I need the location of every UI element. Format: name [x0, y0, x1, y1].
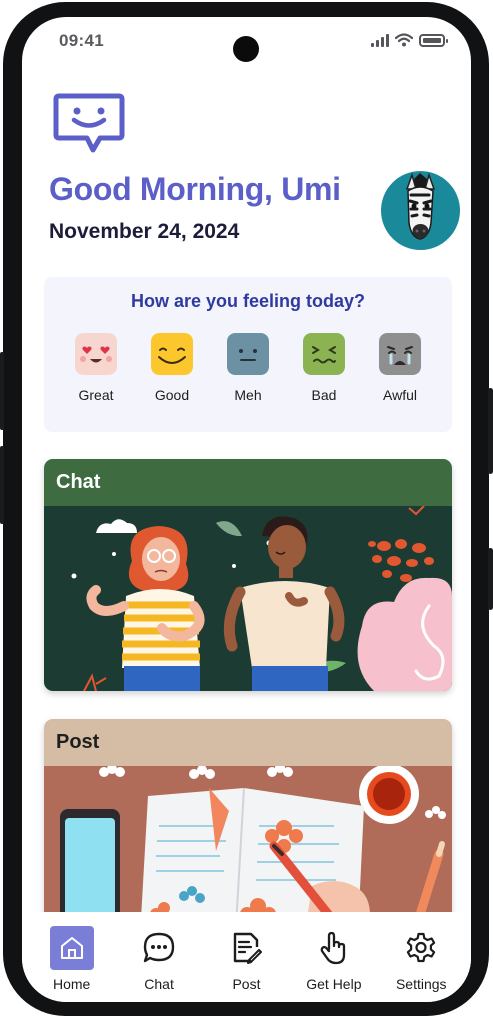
home-icon [49, 926, 94, 970]
mood-option-awful[interactable]: Awful [365, 333, 435, 403]
nav-label-post: Post [232, 976, 261, 992]
side-button-right-1 [488, 388, 493, 474]
side-button-left-2 [0, 446, 4, 524]
mood-label-good: Good [154, 387, 190, 403]
profile-avatar[interactable] [381, 171, 460, 250]
sick-face-icon [303, 333, 345, 375]
nav-item-chat[interactable]: Chat [116, 912, 202, 1002]
greeting-title: Good Morning, Umi [49, 171, 341, 207]
mood-option-good[interactable]: Good [137, 333, 207, 403]
bottom-navigation: Home Chat Post Get Help Settings [22, 912, 471, 1002]
mood-label-bad: Bad [311, 387, 337, 403]
nav-label-home: Home [53, 976, 91, 992]
status-time: 09:41 [59, 31, 104, 50]
chat-illustration [44, 506, 452, 691]
mood-label-great: Great [78, 387, 114, 403]
mood-question: How are you feeling today? [130, 291, 366, 311]
gear-icon [399, 926, 443, 970]
crying-face-icon [379, 333, 421, 375]
side-button-left-1 [0, 352, 4, 430]
post-icon [224, 926, 268, 970]
nav-label-settings: Settings [395, 976, 447, 992]
side-button-right-2 [488, 548, 493, 610]
chat-feature-card[interactable]: Chat [44, 459, 452, 691]
nav-item-home[interactable]: Home [29, 912, 115, 1002]
mood-label-meh: Meh [234, 387, 262, 403]
mood-option-great[interactable]: Great [61, 333, 131, 403]
battery-icon [419, 34, 448, 47]
post-card-title: Post [44, 719, 452, 766]
mood-option-bad[interactable]: Bad [289, 333, 359, 403]
chat-card-title: Chat [44, 459, 452, 506]
smiling-face-icon [151, 333, 193, 375]
status-icons [371, 33, 448, 47]
wifi-icon [395, 33, 413, 47]
nav-item-settings[interactable]: Settings [378, 912, 464, 1002]
chat-icon [137, 926, 181, 970]
mood-check-card: How are you feeling today? Great Good Me… [44, 277, 452, 432]
neutral-face-icon [227, 333, 269, 375]
heart-eyes-face-icon [75, 333, 117, 375]
front-camera [233, 36, 259, 62]
signal-icon [371, 34, 389, 47]
mood-options: Great Good Meh Bad Awful [61, 333, 435, 403]
zebra-avatar-icon [405, 172, 436, 240]
chat-bubble-smile-icon [53, 93, 125, 153]
hand-icon [312, 926, 356, 970]
nav-label-chat: Chat [144, 976, 174, 992]
nav-label-get-help: Get Help [306, 976, 362, 992]
mood-label-awful: Awful [383, 387, 417, 403]
current-date: November 24, 2024 [49, 220, 240, 243]
nav-item-post[interactable]: Post [203, 912, 289, 1002]
mood-option-meh[interactable]: Meh [213, 333, 283, 403]
app-screen: 09:41 Good Morning, Umi November 24, 202… [22, 17, 471, 1002]
nav-item-get-help[interactable]: Get Help [291, 912, 377, 1002]
